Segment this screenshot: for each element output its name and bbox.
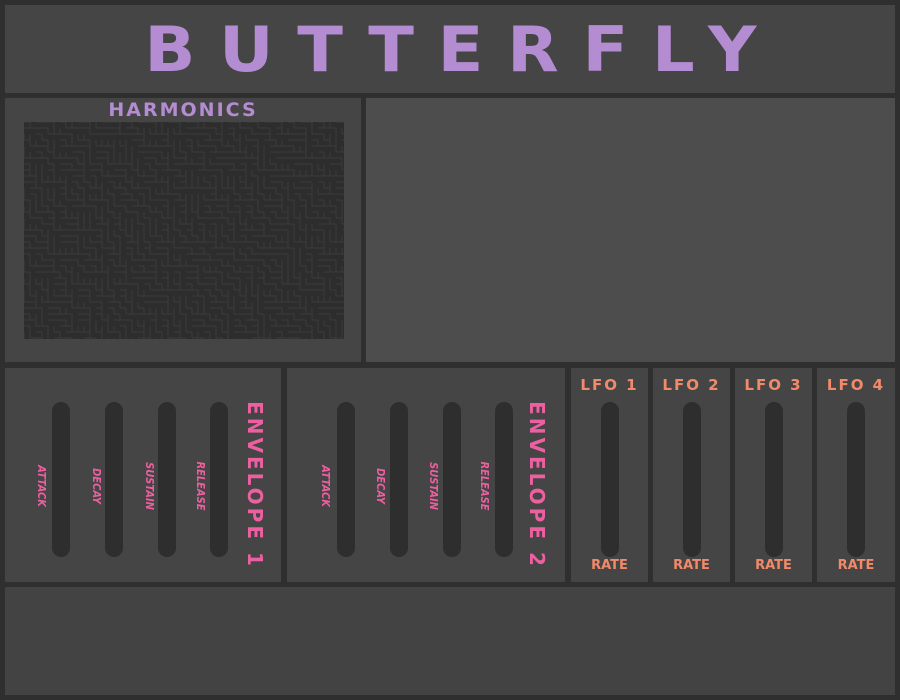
- envelope-2-release-label: RELEASE: [478, 461, 491, 511]
- envelope-2-panel: ATTACK DECAY SUSTAIN RELEASE ENVELOPE 2: [287, 368, 565, 582]
- envelope-1-release-label: RELEASE: [194, 461, 207, 511]
- envelope-2-decay-slider[interactable]: [390, 402, 408, 557]
- lfo-3-title: LFO 3: [744, 376, 803, 394]
- lfo-4-rate-label: RATE: [837, 558, 875, 573]
- harmonics-pattern: [24, 122, 344, 339]
- envelope-1-sustain-slider[interactable]: [158, 402, 176, 557]
- envelope-2-attack-slider[interactable]: [337, 402, 355, 557]
- bottom-panel: [5, 587, 895, 695]
- lfo-4-panel: LFO 4 RATE: [817, 368, 895, 582]
- envelope-2-decay-label: DECAY: [374, 468, 387, 504]
- envelope-2-sustain-slider[interactable]: [443, 402, 461, 557]
- lfo-4-title: LFO 4: [826, 376, 886, 394]
- envelope-2-attack-label: ATTACK: [319, 465, 332, 507]
- lfo-2-rate-slider[interactable]: [682, 402, 701, 557]
- lfo-3-rate-label: RATE: [755, 558, 792, 573]
- lfo-2-panel: LFO 2 RATE: [653, 368, 730, 582]
- envelope-1-release-slider[interactable]: [210, 402, 228, 557]
- lfo-1-title: LFO 1: [580, 376, 639, 394]
- lfo-1-rate-label: RATE: [591, 558, 628, 573]
- envelope-1-attack-label: ATTACK: [35, 465, 48, 507]
- harmonics-title: HARMONICS: [108, 99, 258, 121]
- envelope-1-decay-slider[interactable]: [105, 402, 123, 557]
- lfo-3-rate-slider[interactable]: [764, 402, 783, 557]
- title-bar: BUTTERFLY: [5, 5, 895, 93]
- waveform-display[interactable]: [366, 98, 895, 362]
- lfo-1-panel: LFO 1 RATE: [571, 368, 648, 582]
- envelope-1-panel: ATTACK DECAY SUSTAIN RELEASE ENVELOPE 1: [5, 368, 281, 582]
- harmonics-panel: HARMONICS: [5, 98, 361, 362]
- envelope-1-title: ENVELOPE 1: [243, 401, 267, 569]
- envelope-1-attack-slider[interactable]: [52, 402, 70, 557]
- envelope-2-sustain-label: SUSTAIN: [427, 462, 440, 510]
- envelope-2-title: ENVELOPE 2: [525, 401, 549, 569]
- envelope-1-sustain-label: SUSTAIN: [143, 462, 156, 510]
- lfo-3-panel: LFO 3 RATE: [735, 368, 812, 582]
- lfo-2-rate-label: RATE: [673, 558, 710, 573]
- envelope-2-release-slider[interactable]: [495, 402, 513, 557]
- harmonics-editor[interactable]: [24, 122, 344, 339]
- lfo-2-title: LFO 2: [662, 376, 721, 394]
- envelope-1-decay-label: DECAY: [90, 468, 103, 504]
- lfo-1-rate-slider[interactable]: [600, 402, 619, 557]
- lfo-4-rate-slider[interactable]: [847, 402, 865, 557]
- app-title: BUTTERFLY: [143, 12, 780, 86]
